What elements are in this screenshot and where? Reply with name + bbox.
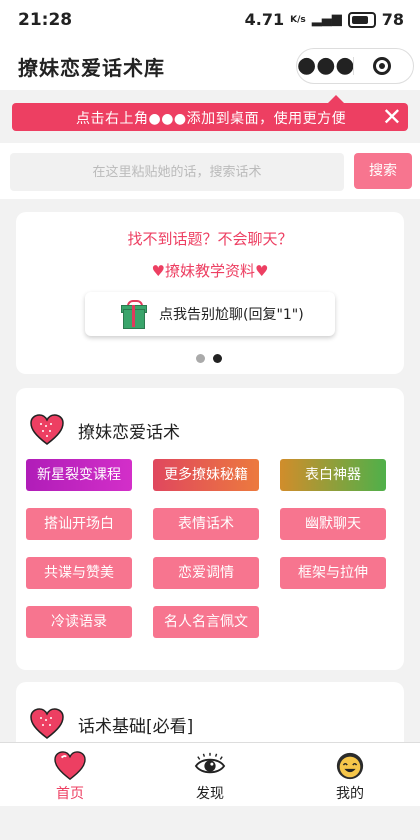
search-bar: 搜索 <box>0 143 420 199</box>
tab-home[interactable]: 首页 <box>0 743 140 807</box>
promo-banner[interactable]: 找不到话题？不会聊天？ ♥撩妹教学资料♥ 点我告别尬聊(回复"1") <box>16 212 404 374</box>
face-icon <box>336 752 364 780</box>
tag-more-tips[interactable]: 更多撩妹秘籍 <box>153 459 259 491</box>
mini-program-capsule: ●●● <box>296 48 414 84</box>
tab-label: 首页 <box>56 786 84 802</box>
tag-cold-reading[interactable]: 冷读语录 <box>26 606 132 638</box>
banner-cta-label: 点我告别尬聊(回复"1") <box>159 307 304 323</box>
heart-icon <box>30 708 64 739</box>
banner-headline: 找不到话题？不会聊天？ <box>127 230 293 248</box>
section-header: 话术基础[必看] <box>30 708 193 740</box>
bottom-safe-area <box>0 806 420 840</box>
carousel-indicator <box>196 354 222 363</box>
tag-quotes[interactable]: 名人名言佩文 <box>153 606 259 638</box>
close-icon[interactable]: ✕ <box>382 103 402 131</box>
battery-icon <box>347 11 376 28</box>
tag-humor[interactable]: 幽默聊天 <box>280 508 386 540</box>
section-title: 话术基础[必看] <box>78 716 194 737</box>
more-button[interactable]: ●●● <box>297 55 355 77</box>
tag-praise[interactable]: 共谍与赞美 <box>26 557 132 589</box>
carousel-dot[interactable] <box>196 354 205 363</box>
tab-label: 发现 <box>196 786 224 802</box>
battery-level: 78 <box>381 10 404 29</box>
status-indicators: 4.71 K/s ▂▄▆ 78 <box>245 10 404 29</box>
page-title: 撩妹恋爱话术库 <box>18 56 165 80</box>
network-speed-unit: K/s <box>290 14 306 25</box>
gift-icon <box>121 300 147 329</box>
tag-frame[interactable]: 框架与拉伸 <box>280 557 386 589</box>
heart-icon <box>30 414 64 445</box>
tag-flirting[interactable]: 恋爱调情 <box>153 557 259 589</box>
tab-label: 我的 <box>336 786 364 802</box>
tip-text: 点击右上角●●●添加到桌面，使用更方便 <box>76 111 347 127</box>
eye-icon <box>194 752 226 774</box>
tag-opener[interactable]: 搭讪开场白 <box>26 508 132 540</box>
status-time: 21:28 <box>18 10 73 30</box>
section-card-tactics: 撩妹恋爱话术 新星裂变课程 更多撩妹秘籍 表白神器 搭讪开场白 表情话术 幽默聊… <box>16 388 404 670</box>
status-bar: 21:28 4.71 K/s ▂▄▆ 78 <box>0 0 420 40</box>
search-button[interactable]: 搜索 <box>354 153 412 189</box>
network-speed: 4.71 <box>244 10 285 29</box>
banner-cta-button[interactable]: 点我告别尬聊(回复"1") <box>85 292 335 336</box>
signal-icon: ▂▄▆ <box>311 12 342 27</box>
section-title: 撩妹恋爱话术 <box>78 422 180 443</box>
section-header: 撩妹恋爱话术 <box>30 414 180 446</box>
tag-confession[interactable]: 表白神器 <box>280 459 386 491</box>
tab-profile[interactable]: 我的 <box>280 743 420 807</box>
target-icon <box>373 57 391 75</box>
banner-subheadline: ♥撩妹教学资料♥ <box>151 262 269 280</box>
tab-bar: 首页 发现 我的 <box>0 742 420 807</box>
carousel-dot-active[interactable] <box>213 354 222 363</box>
nav-bar: 撩妹恋爱话术库 ●●● <box>0 40 420 90</box>
tag-emoji[interactable]: 表情话术 <box>153 508 259 540</box>
close-mini-program-button[interactable] <box>354 57 410 75</box>
add-to-desktop-tip: 点击右上角●●●添加到桌面，使用更方便 ✕ <box>12 95 408 131</box>
search-input[interactable] <box>10 153 344 191</box>
tab-discover[interactable]: 发现 <box>140 743 280 807</box>
tag-course[interactable]: 新星裂变课程 <box>26 459 132 491</box>
heart-icon <box>54 751 86 781</box>
